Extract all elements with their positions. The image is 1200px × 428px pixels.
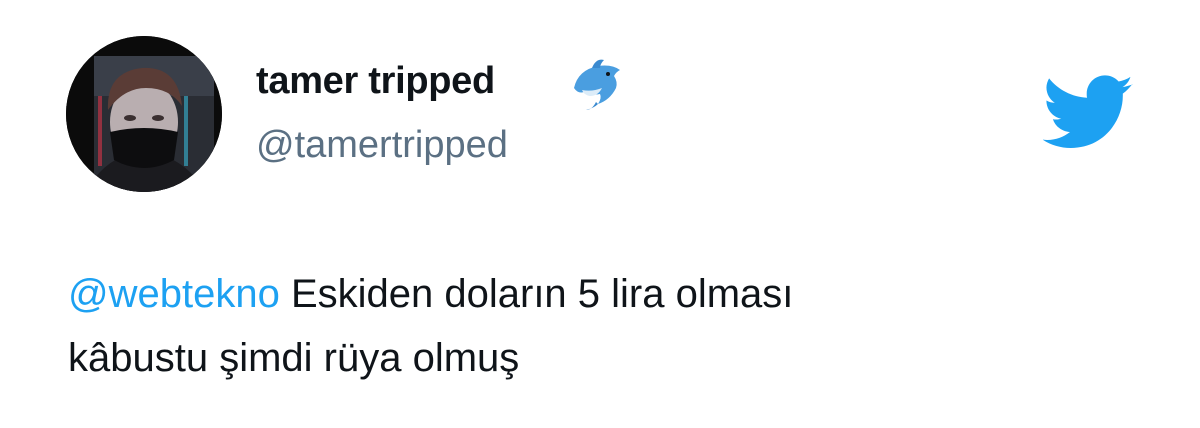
dolphin-icon — [574, 59, 620, 110]
tweet-card: tamer tripped @tamertripped @webtekno Es… — [0, 0, 1200, 428]
author-handle[interactable]: @tamertripped — [256, 124, 508, 167]
tweet-text-line2: kâbustu şimdi rüya olmuş — [68, 336, 520, 380]
mention-link[interactable]: @webtekno — [68, 272, 280, 316]
avatar[interactable] — [66, 36, 222, 192]
avatar-photo — [66, 36, 222, 192]
display-name[interactable]: tamer tripped — [256, 60, 495, 103]
twitter-bird-icon[interactable] — [1043, 75, 1135, 151]
tweet-text: @webtekno Eskiden doların 5 lira olması k… — [68, 262, 1128, 390]
tweet-text-line1: Eskiden doların 5 lira olması — [279, 272, 794, 316]
